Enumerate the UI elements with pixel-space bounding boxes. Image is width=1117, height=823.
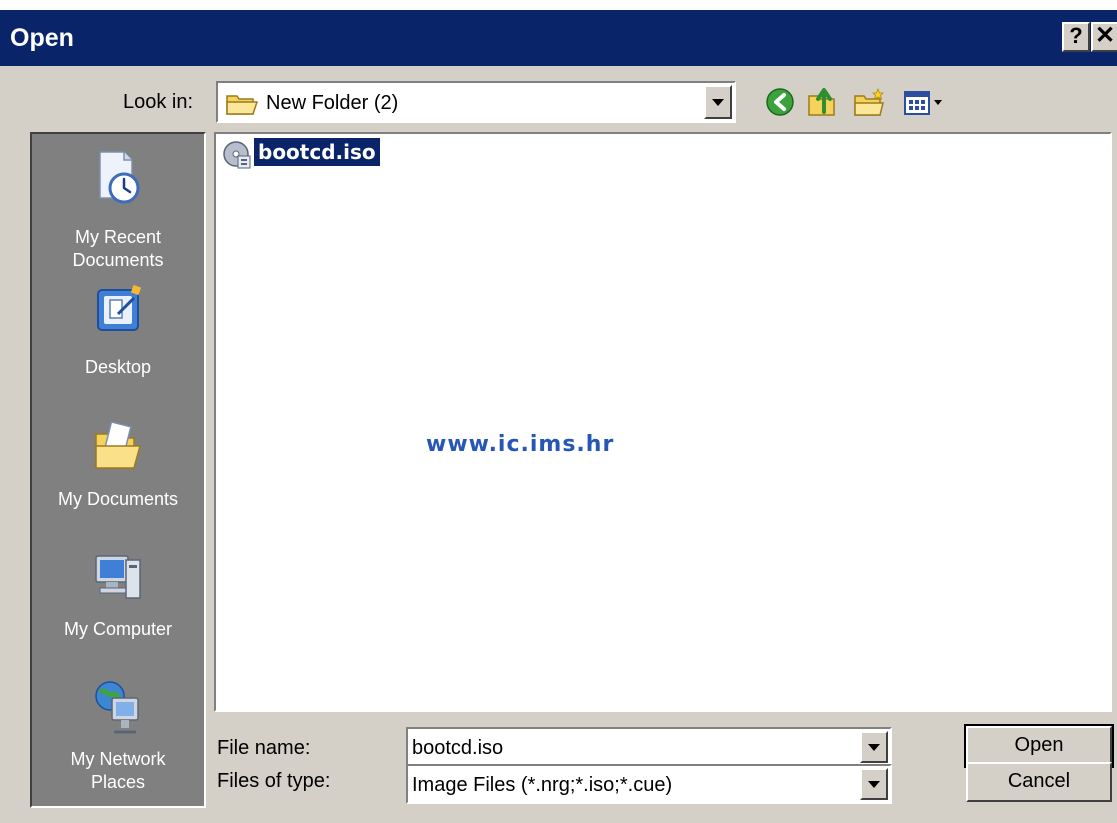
open-button[interactable]: Open xyxy=(964,724,1114,768)
help-button[interactable]: ? xyxy=(1062,22,1090,52)
new-folder-icon[interactable] xyxy=(852,86,886,118)
my-computer-icon xyxy=(95,555,141,599)
file-type-label: Files of type: xyxy=(217,770,331,792)
views-menu-icon[interactable] xyxy=(902,86,946,118)
back-icon[interactable] xyxy=(764,86,798,118)
chevron-down-icon xyxy=(868,744,880,751)
look-in-dropdown-button[interactable] xyxy=(704,85,732,119)
place-recent-documents[interactable]: My Recent Documents xyxy=(32,148,204,278)
chevron-down-icon xyxy=(868,781,880,788)
place-label: My Documents xyxy=(57,489,179,509)
close-button[interactable]: ✕ xyxy=(1091,22,1117,52)
file-type-value: Image Files (*.nrg;*.iso;*.cue) xyxy=(412,774,673,796)
place-my-computer[interactable]: My Computer xyxy=(32,550,204,646)
place-label: Documents xyxy=(72,250,164,270)
my-documents-icon xyxy=(95,421,141,469)
file-type-dropdown-button[interactable] xyxy=(860,768,888,800)
look-in-value: New Folder (2) xyxy=(266,92,399,114)
file-name: bootcd.iso xyxy=(254,138,380,166)
place-label: Desktop xyxy=(84,357,152,377)
place-label: My Computer xyxy=(63,619,173,639)
title-bar[interactable]: Open ? ✕ xyxy=(0,10,1117,66)
file-name-combo[interactable]: bootcd.iso xyxy=(406,727,892,767)
look-in-combo[interactable]: New Folder (2) xyxy=(216,81,736,123)
network-places-icon xyxy=(95,681,139,734)
watermark: www.ic.ims.hr xyxy=(426,432,615,457)
file-name-label: File name: xyxy=(217,737,311,759)
place-label: Places xyxy=(90,772,146,792)
place-label: My Network xyxy=(70,749,166,769)
place-label: My Recent xyxy=(74,227,162,247)
place-my-documents[interactable]: My Documents xyxy=(32,420,204,516)
up-folder-icon[interactable] xyxy=(806,86,840,118)
file-name-input[interactable]: bootcd.iso xyxy=(412,737,503,760)
place-network[interactable]: My Network Places xyxy=(32,680,204,800)
disc-image-icon xyxy=(223,141,251,169)
place-desktop[interactable]: Desktop xyxy=(32,284,204,380)
file-name-dropdown-button[interactable] xyxy=(860,731,888,763)
cancel-button[interactable]: Cancel xyxy=(966,762,1112,802)
folder-icon xyxy=(226,93,259,120)
window-title: Open xyxy=(10,24,74,52)
file-type-combo[interactable]: Image Files (*.nrg;*.iso;*.cue) xyxy=(406,764,892,804)
file-list[interactable]: bootcd.iso www.ic.ims.hr xyxy=(214,132,1112,712)
open-dialog: Open ? ✕ Look in: New Folder (2) My Rece… xyxy=(0,10,1117,823)
look-in-label: Look in: xyxy=(123,91,194,113)
recent-documents-icon xyxy=(99,151,140,204)
chevron-down-icon xyxy=(712,99,724,106)
desktop-icon xyxy=(97,284,142,331)
places-bar: My Recent Documents Desktop My Documents xyxy=(30,132,206,808)
